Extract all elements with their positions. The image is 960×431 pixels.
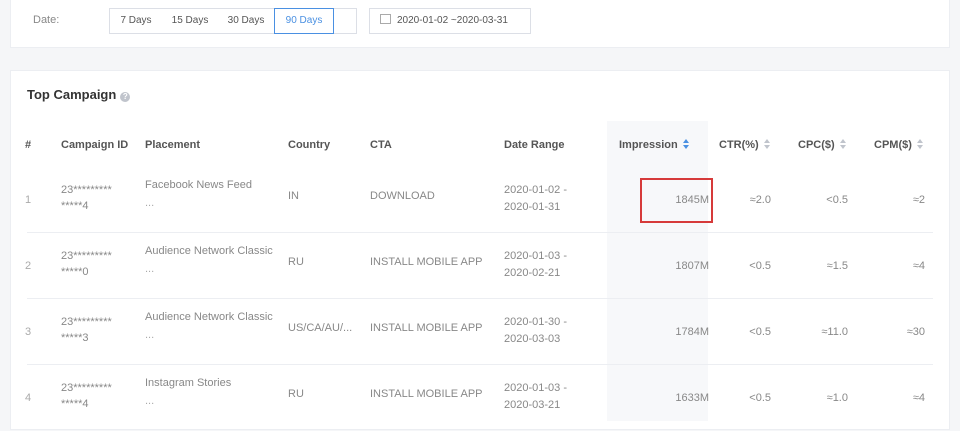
- placement-more[interactable]: ...: [145, 327, 154, 343]
- sort-icon[interactable]: [763, 139, 771, 149]
- country: RU: [288, 388, 304, 400]
- campaign-id-line1: 23*********: [61, 250, 112, 262]
- country: US/CA/AU/...: [288, 322, 353, 334]
- date-end: 2020-02-21: [504, 267, 561, 279]
- placement: Facebook News Feed: [145, 179, 252, 191]
- campaign-id-line2: *****4: [61, 200, 89, 212]
- ctr: ≈2.0: [749, 194, 771, 206]
- header-campaign-id: Campaign ID: [61, 139, 129, 151]
- cta: INSTALL MOBILE APP: [370, 322, 483, 334]
- date-start: 2020-01-03 -: [504, 250, 567, 262]
- impression: 1784M: [675, 326, 709, 338]
- campaign-id-line2: *****3: [61, 332, 89, 344]
- table-row[interactable]: 2 23********* *****0 Audience Network Cl…: [11, 233, 949, 299]
- impression: 1807M: [675, 260, 709, 272]
- campaign-id-line2: *****0: [61, 266, 89, 278]
- date-start: 2020-01-03 -: [504, 382, 567, 394]
- cpc: ≈1.0: [826, 392, 848, 404]
- placement-more[interactable]: ...: [145, 195, 154, 211]
- date-range-picker[interactable]: 2020-01-02 ~2020-03-31: [369, 8, 531, 34]
- row-index: 4: [25, 392, 32, 404]
- placement-more[interactable]: ...: [145, 393, 154, 409]
- cpm: ≈4: [912, 392, 925, 404]
- cta: DOWNLOAD: [370, 190, 435, 202]
- ctr: <0.5: [749, 392, 771, 404]
- ctr: <0.5: [749, 326, 771, 338]
- date-preset-selector: 7 Days 15 Days 30 Days 90 Days: [109, 8, 357, 34]
- header-ctr[interactable]: CTR(%): [719, 139, 771, 151]
- highlight-box: [640, 178, 713, 223]
- date-end: 2020-03-21: [504, 399, 561, 411]
- placement: Instagram Stories: [145, 377, 232, 389]
- date-end: 2020-01-31: [504, 201, 561, 213]
- date-option-15-days[interactable]: 15 Days: [162, 9, 218, 33]
- cpm: ≈30: [906, 326, 925, 338]
- sort-icon[interactable]: [682, 139, 690, 149]
- calendar-icon: [380, 14, 391, 24]
- campaign-id-line1: 23*********: [61, 382, 112, 394]
- row-index: 1: [25, 194, 32, 206]
- date-option-7-days[interactable]: 7 Days: [110, 9, 162, 33]
- row-index: 3: [25, 326, 32, 338]
- cpm: ≈2: [912, 194, 925, 206]
- sort-icon[interactable]: [916, 139, 924, 149]
- date-start: 2020-01-30 -: [504, 316, 567, 328]
- header-cpm[interactable]: CPM($): [874, 139, 924, 151]
- country: IN: [288, 190, 299, 202]
- header-cpc[interactable]: CPC($): [798, 139, 847, 151]
- campaign-id-line1: 23*********: [61, 184, 112, 196]
- section-title: Top Campaign?: [27, 87, 131, 102]
- date-option-30-days[interactable]: 30 Days: [218, 9, 274, 33]
- header-date-range: Date Range: [504, 139, 565, 151]
- table-row[interactable]: 4 23********* *****4 Instagram Stories .…: [11, 365, 949, 431]
- header-country: Country: [288, 139, 331, 151]
- cta: INSTALL MOBILE APP: [370, 256, 483, 268]
- campaign-id-line1: 23*********: [61, 316, 112, 328]
- date-option-90-days[interactable]: 90 Days: [274, 8, 334, 34]
- date-label: Date:: [33, 14, 60, 26]
- cpc: ≈1.5: [826, 260, 848, 272]
- cpc: <0.5: [826, 194, 848, 206]
- header-cta: CTA: [370, 139, 392, 151]
- ctr: <0.5: [749, 260, 771, 272]
- placement: Audience Network Classic: [145, 311, 273, 323]
- header-placement: Placement: [145, 139, 201, 151]
- cta: INSTALL MOBILE APP: [370, 388, 483, 400]
- date-end: 2020-03-03: [504, 333, 561, 345]
- campaign-id-line2: *****4: [61, 398, 89, 410]
- date-filter-card: Date: 7 Days 15 Days 30 Days 90 Days 202…: [10, 0, 950, 48]
- table-row[interactable]: 1 23********* *****4 Facebook News Feed …: [11, 167, 949, 233]
- header-index: #: [25, 139, 32, 151]
- help-icon[interactable]: ?: [120, 92, 131, 102]
- top-campaign-card: Top Campaign? # Campaign ID Placement Co…: [10, 70, 950, 430]
- impression: 1633M: [675, 392, 709, 404]
- placement: Audience Network Classic: [145, 245, 273, 257]
- sort-icon[interactable]: [839, 139, 847, 149]
- header-impression[interactable]: Impression: [619, 139, 690, 151]
- table-row[interactable]: 3 23********* *****3 Audience Network Cl…: [11, 299, 949, 365]
- cpc: ≈11.0: [821, 326, 848, 338]
- date-range-value: 2020-01-02 ~2020-03-31: [397, 15, 508, 26]
- cpm: ≈4: [912, 260, 925, 272]
- date-start: 2020-01-02 -: [504, 184, 567, 196]
- placement-more[interactable]: ...: [145, 261, 154, 277]
- row-index: 2: [25, 260, 32, 272]
- country: RU: [288, 256, 304, 268]
